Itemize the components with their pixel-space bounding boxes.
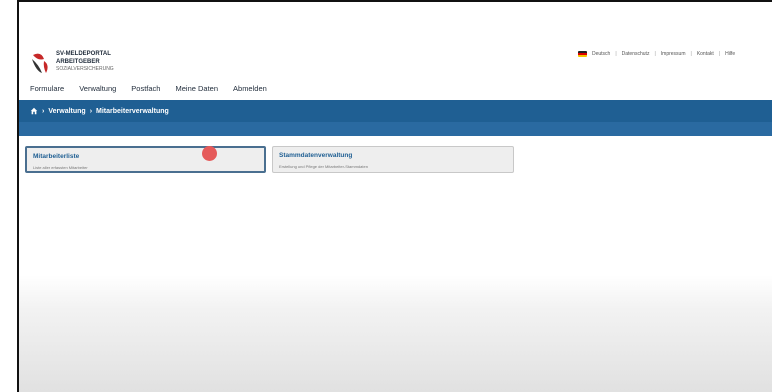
privacy-link[interactable]: Datenschutz (622, 51, 650, 57)
mitarbeiterliste-card[interactable]: Mitarbeiterliste Liste aller erfassten M… (25, 146, 266, 173)
main-navigation: Formulare Verwaltung Postfach Meine Date… (30, 84, 267, 93)
contact-link[interactable]: Kontakt (697, 51, 714, 57)
stammdatenverwaltung-card[interactable]: Stammdatenverwaltung Erstellung und Pfle… (272, 146, 514, 173)
logo-line-3: SOZIALVERSICHERUNG (56, 66, 114, 72)
help-link[interactable]: Hilfe (725, 51, 735, 57)
card-description: Erstellung und Pflege der Mitarbeiter-St… (279, 164, 368, 169)
imprint-link[interactable]: Impressum (661, 51, 686, 57)
separator: | (654, 51, 656, 57)
breadcrumb-bar: › Verwaltung › Mitarbeiterverwaltung (19, 100, 772, 136)
separator: | (718, 51, 721, 57)
breadcrumb-verwaltung[interactable]: Verwaltung (48, 108, 85, 115)
bottom-fade (19, 275, 772, 392)
separator: | (690, 51, 692, 57)
breadcrumb-current: Mitarbeiterverwaltung (96, 107, 169, 115)
logo-line-2: ARBEITGEBER (56, 59, 100, 65)
breadcrumb-separator: › (89, 107, 93, 115)
card-description: Liste aller erfassten Mitarbeiter (33, 165, 88, 170)
top-links: Deutsch | Datenschutz | Impressum | Kont… (578, 51, 735, 57)
nav-item-formulare[interactable]: Formulare (30, 84, 64, 93)
nav-item-abmelden[interactable]: Abmelden (233, 84, 267, 93)
card-title: Stammdatenverwaltung (279, 152, 353, 159)
breadcrumb-bar-lower (19, 122, 772, 136)
logo-mark-icon (32, 53, 48, 73)
card-title: Mitarbeiterliste (33, 153, 80, 160)
german-flag-icon (578, 51, 587, 57)
nav-item-meine-daten[interactable]: Meine Daten (175, 84, 218, 93)
separator: | (615, 51, 617, 57)
logo-text: SV-MELDEPORTAL ARBEITGEBER SOZIALVERSICH… (56, 51, 114, 72)
home-icon[interactable] (30, 107, 38, 115)
cursor-highlight (202, 146, 217, 161)
breadcrumb-separator: › (42, 107, 45, 115)
language-link[interactable]: Deutsch (592, 51, 610, 57)
logo-line-1: SV-MELDEPORTAL (56, 51, 111, 57)
nav-item-verwaltung[interactable]: Verwaltung (79, 84, 116, 93)
sv-meldeportal-logo[interactable]: SV-MELDEPORTAL ARBEITGEBER SOZIALVERSICH… (30, 51, 170, 77)
nav-item-postfach[interactable]: Postfach (131, 84, 160, 93)
breadcrumb: › Verwaltung › Mitarbeiterverwaltung (30, 107, 169, 115)
